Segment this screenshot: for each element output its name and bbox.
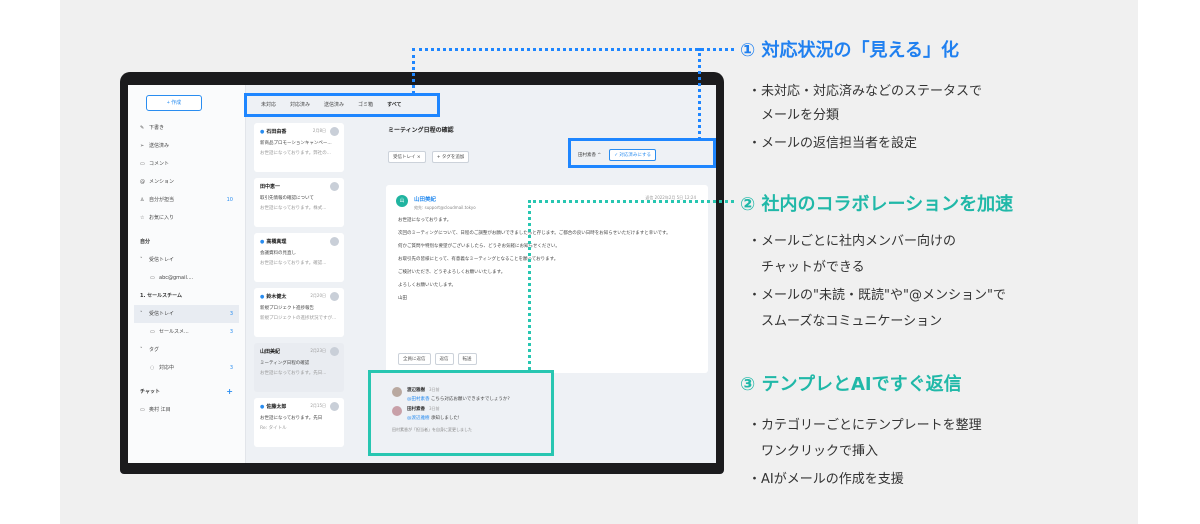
feature-title-1: ① 対応状況の「見える」化 [740,40,959,61]
sidebar-item-favorites[interactable]: ☆ お気に入り [134,209,239,227]
reply-button[interactable]: 返信 [434,353,454,365]
mail-card[interactable]: ● 石田由香 2月8日 新商品プロモーションキャンペー... お世話になっております。弊… [254,123,344,172]
sidebar: + 作成 ✎ 下書き ➢ 送信済み ▭ コメント @ メンション ♙ 自分が担当 10 ☆ お… [128,85,246,463]
mail-icon: ▭ [150,329,155,335]
mail-actions: 全員に返信 返信 転送 [398,353,477,365]
sidebar-item-sales-mail[interactable]: ▭ セールスメ... 3 [134,323,239,341]
mail-card[interactable]: ● 佐藤太郎 2月15日 お世話になっております。先日 Re: タイトル [254,398,344,447]
sidebar-item-tags[interactable]: ˅ タグ [134,341,239,359]
highlight-assignee [568,138,716,168]
connector [528,200,734,203]
unread-dot-icon: ● [260,404,265,410]
avatar [330,127,339,136]
mail-card[interactable]: ● 高橋真理 会議資料の見直し お世話になっております。確認... [254,233,344,282]
mail-body: お世話になっております。 次回のミーティングについて、日程のご調整がお願いできま… [398,218,671,301]
sidebar-group-chat: チャット + [134,383,239,401]
connector [412,48,415,94]
feature-3-bullet: ワンクリックで挿入 [748,444,879,459]
tag-bar: 受信トレイ × + タグを追加 [388,151,470,163]
sidebar-item-in-progress[interactable]: ◌ 対応中 3 [134,359,239,377]
feature-3-bullet: ・AIがメールの作成を支援 [748,472,904,487]
unread-dot-icon: ● [260,129,265,135]
sidebar-item-inbox-self[interactable]: ˅ 受信トレイ [134,251,239,269]
add-chat-icon[interactable]: + [226,383,233,401]
unread-dot-icon: ● [260,294,265,300]
sidebar-item-account[interactable]: ▭ abc@gmail.... [134,269,239,287]
chevron-down-icon: ˅ [140,311,143,317]
sidebar-item-chat[interactable]: ▭ 奥村 江目 [134,401,239,419]
sidebar-item-assigned[interactable]: ♙ 自分が担当 10 [134,191,239,209]
sender-avatar: 山 [396,195,408,207]
sidebar-item-comments[interactable]: ▭ コメント [134,155,239,173]
highlight-status-tabs [244,93,440,117]
feature-1-bullet: ・メールの返信担当者を設定 [748,136,918,151]
highlight-chat [368,370,554,456]
connector [698,48,701,140]
feature-title-2: ② 社内のコラボレーションを加速 [740,194,1014,215]
reply-all-button[interactable]: 全員に返信 [398,353,431,365]
avatar [330,237,339,246]
sender-address: 宛先: support@cloudmail.tokyo [414,205,476,210]
sidebar-item-inbox-sales[interactable]: ˅ 受信トレイ 3 [134,305,239,323]
chevron-down-icon: ˅ [140,347,143,353]
send-icon: ➢ [140,143,145,149]
at-icon: @ [140,179,145,185]
mail-list: ● 石田由香 2月8日 新商品プロモーションキャンペー... お世話になっております。弊… [254,123,344,463]
feature-1-bullet: メールを分類 [748,108,840,123]
connector [528,200,531,370]
sidebar-item-mentions[interactable]: @ メンション [134,173,239,191]
tag-icon: ◌ [150,365,155,371]
feature-title-3: ③ テンプレとAIですぐ返信 [740,374,962,395]
feature-2-bullet: ・メールごとに社内メンバー向けの [748,234,957,249]
connector [412,48,734,51]
mail-icon: ▭ [150,275,155,281]
feature-3-bullet: ・カテゴリーごとにテンプレートを整理 [748,418,982,433]
feature-2-bullet: ・メールの"未読・既読"や"@メンション"で [748,288,1006,303]
chat-icon: ▭ [140,407,145,413]
add-tag-button[interactable]: + タグを追加 [431,151,470,163]
pen-icon: ✎ [140,125,145,131]
person-icon: ♙ [140,197,145,203]
compose-button[interactable]: + 作成 [146,95,202,111]
avatar [330,292,339,301]
feature-2-bullet: チャットができる [748,260,865,275]
avatar [330,182,339,191]
avatar [330,402,339,411]
mail-title: ミーティング日程の確認 [388,127,454,134]
forward-button[interactable]: 転送 [457,353,477,365]
mail-body-card: 山 山田美紀 宛先: support@cloudmail.tokyo 返信 20… [386,185,708,373]
mail-card[interactable]: 田中恵一 取引先情報の確認について お世話になっております。株式... [254,178,344,227]
chevron-down-icon: ˅ [140,257,143,263]
mail-card-selected[interactable]: 山田美紀 2月23日 ミーティング日程の確認 お世話になっております。先日... [254,343,344,392]
feature-1-bullet: ・未対応・対応済みなどのステータスで [748,84,983,99]
mail-card[interactable]: ● 鈴木健太 2月20日 新規プロジェクト進捗報告 新規プロジェクトの進捗状況ですが..… [254,288,344,337]
sidebar-item-drafts[interactable]: ✎ 下書き [134,119,239,137]
feature-2-bullet: スムーズなコミュニケーション [748,314,943,329]
avatar [330,347,339,356]
sidebar-group-self: 自分 [140,239,151,245]
sidebar-group-sales: 1. セールスチーム [140,293,182,299]
star-icon: ☆ [140,215,145,221]
tag-chip[interactable]: 受信トレイ × [388,151,426,163]
sidebar-item-sent[interactable]: ➢ 送信済み [134,137,239,155]
unread-dot-icon: ● [260,239,265,245]
comment-icon: ▭ [140,161,145,167]
